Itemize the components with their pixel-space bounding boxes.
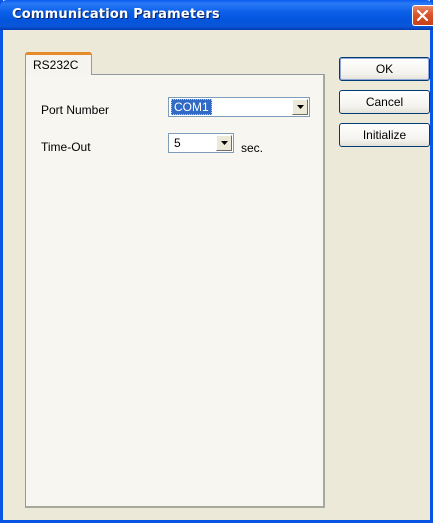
tab-rs232c[interactable]: RS232C (25, 52, 92, 75)
dialog-window: Communication Parameters RS232C Port Num… (0, 0, 433, 523)
time-out-dropdown-button[interactable] (216, 135, 232, 151)
port-number-value: COM1 (171, 99, 212, 115)
time-out-unit: sec. (241, 141, 264, 155)
title-bar[interactable]: Communication Parameters (0, 0, 433, 30)
ok-button[interactable]: OK (339, 57, 430, 81)
port-number-combo[interactable]: COM1 (168, 97, 310, 117)
initialize-button[interactable]: Initialize (339, 123, 430, 147)
close-button[interactable] (412, 5, 433, 26)
time-out-label: Time-Out (41, 140, 91, 154)
chevron-down-icon (221, 141, 228, 145)
time-out-combo[interactable]: 5 (168, 133, 234, 153)
cancel-button[interactable]: Cancel (339, 90, 430, 114)
port-number-dropdown-button[interactable] (292, 99, 308, 115)
tab-rs232c-label: RS232C (33, 58, 79, 72)
window-title: Communication Parameters (12, 7, 220, 22)
port-number-label: Port Number (41, 103, 110, 117)
chevron-down-icon (297, 105, 304, 109)
tab-panel-rs232c: Port Number COM1 Time-Out 5 sec. (25, 74, 325, 508)
time-out-value: 5 (174, 136, 181, 150)
